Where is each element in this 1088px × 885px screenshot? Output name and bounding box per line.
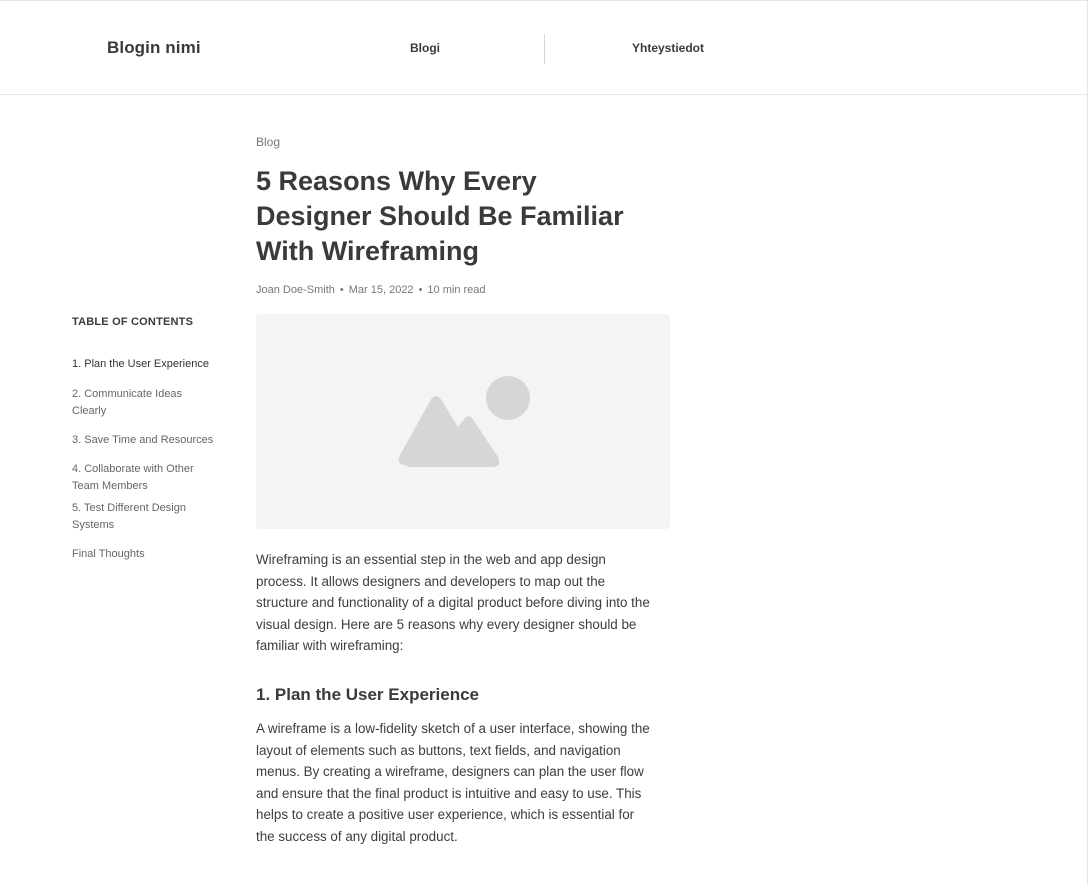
- article-meta: Joan Doe-Smith • Mar 15, 2022 • 10 min read: [256, 284, 670, 300]
- breadcrumb-blog-link[interactable]: Blog: [256, 135, 670, 153]
- hero-image-placeholder: [256, 314, 670, 529]
- nav-divider: [544, 34, 545, 64]
- toc-item-collaborate[interactable]: 4. Collaborate with Other Team Members: [72, 461, 217, 494]
- article: Blog 5 Reasons Why Every Designer Should…: [256, 135, 670, 848]
- read-time: 10 min read: [427, 284, 486, 296]
- meta-separator: •: [339, 284, 344, 296]
- section-heading: 1. Plan the User Experience: [256, 684, 479, 704]
- toc-item-save-time[interactable]: 3. Save Time and Resources: [72, 432, 217, 449]
- toc-item-plan-user-experience[interactable]: 1. Plan the User Experience: [72, 356, 217, 373]
- site-brand-link[interactable]: Blogin nimi: [107, 38, 201, 58]
- site-header: Blogin nimi Blogi Yhteystiedot: [0, 1, 1087, 95]
- nav-link-yhteystiedot[interactable]: Yhteystiedot: [632, 41, 704, 55]
- toc-item-communicate-ideas[interactable]: 2. Communicate Ideas Clearly: [72, 386, 217, 419]
- toc-item-final-thoughts[interactable]: Final Thoughts: [72, 546, 217, 563]
- toc-title: TABLE OF CONTENTS: [72, 316, 194, 328]
- publish-date: Mar 15, 2022: [348, 284, 414, 296]
- toc-item-test-design-systems[interactable]: 5. Test Different Design Systems: [72, 500, 217, 533]
- image-placeholder-icon: [398, 376, 530, 467]
- article-intro: Wireframing is an essential step in the …: [256, 552, 650, 654]
- section-body: A wireframe is a low-fidelity sketch of …: [256, 720, 650, 844]
- table-of-contents: TABLE OF CONTENTS 1. Plan the User Exper…: [72, 316, 222, 560]
- nav-link-blogi[interactable]: Blogi: [410, 41, 440, 55]
- article-title: 5 Reasons Why Every Designer Should Be F…: [256, 166, 624, 266]
- author-name: Joan Doe-Smith: [256, 284, 335, 296]
- page: Blogin nimi Blogi Yhteystiedot TABLE OF …: [0, 0, 1088, 885]
- meta-separator: •: [418, 284, 423, 296]
